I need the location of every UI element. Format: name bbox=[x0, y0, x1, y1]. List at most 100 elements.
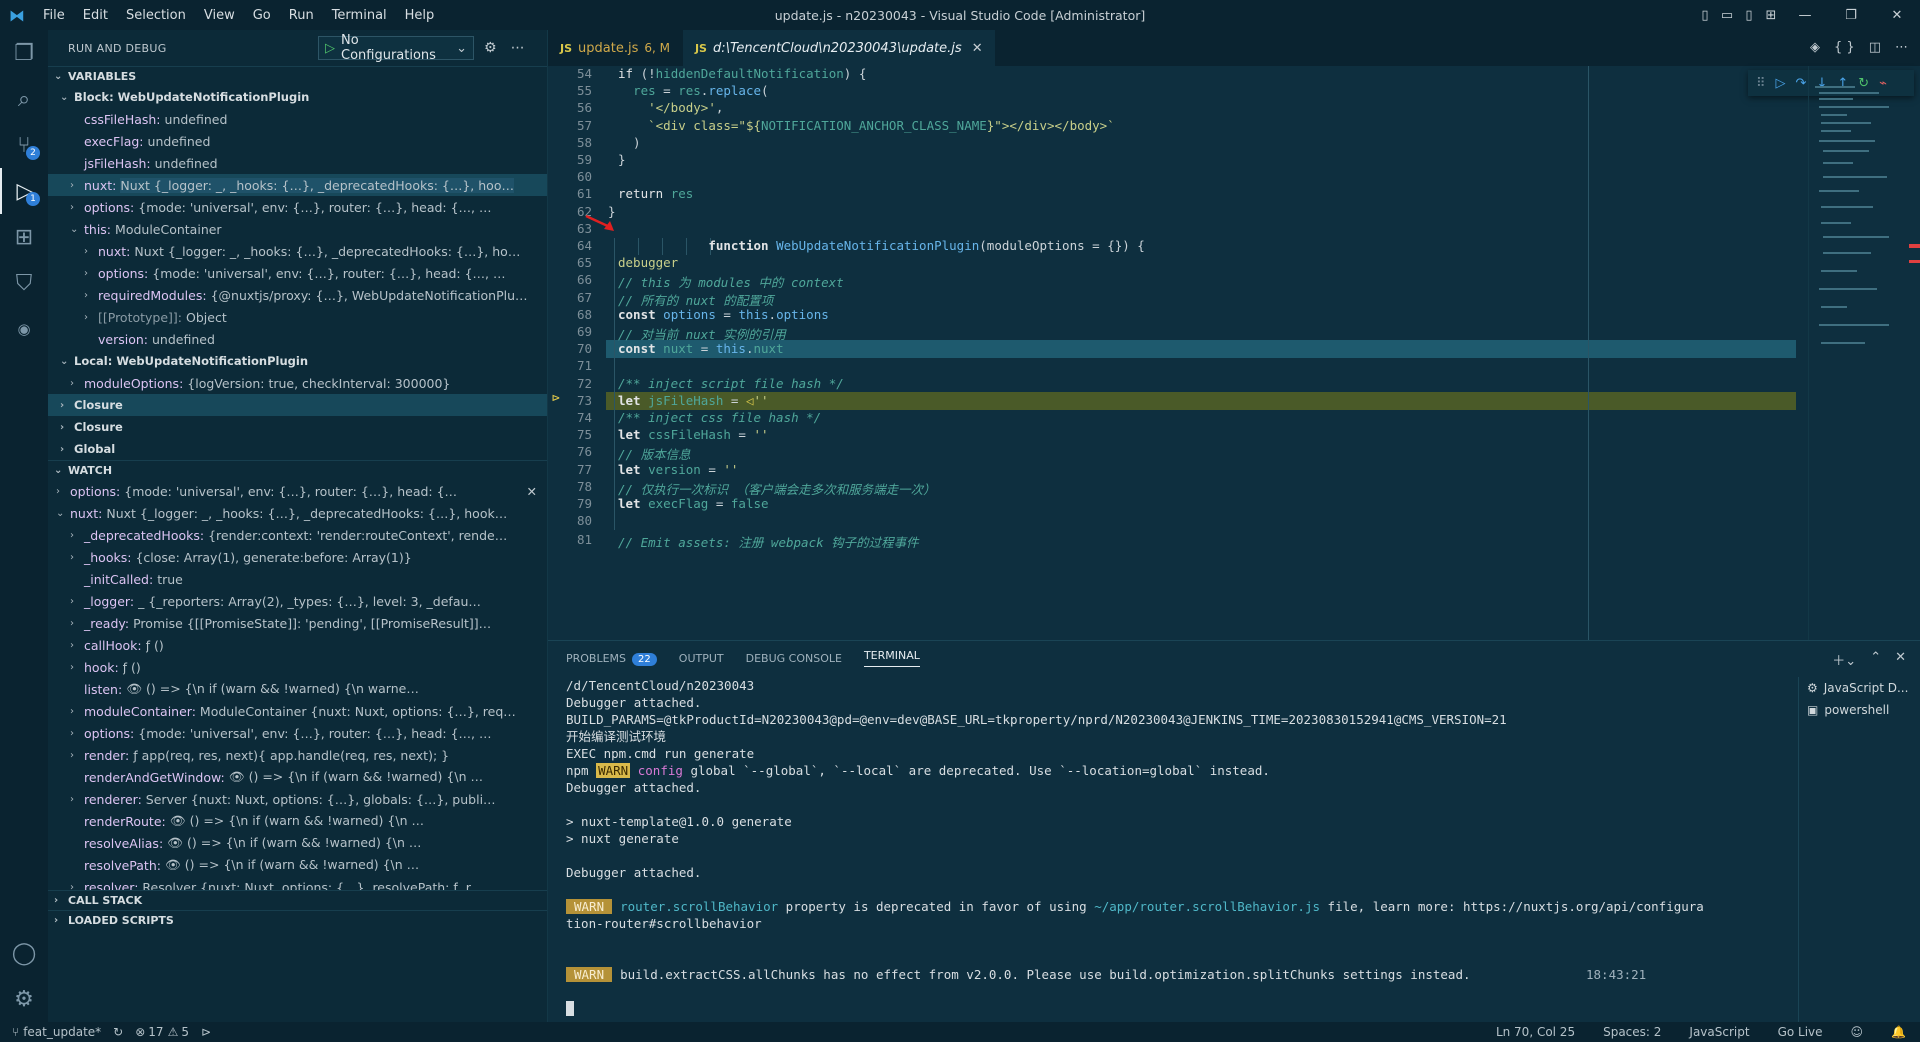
scope-row[interactable]: ⌄ Local: WebUpdateNotificationPlugin bbox=[48, 350, 547, 372]
customize-layout-icon[interactable]: ⊞ bbox=[1760, 8, 1782, 23]
variable-row[interactable]: _initCalled: true bbox=[48, 568, 547, 590]
warnings-count[interactable]: 5 bbox=[181, 1025, 189, 1039]
menu-view[interactable]: View bbox=[195, 8, 244, 23]
panel-tab-terminal[interactable]: TERMINAL bbox=[863, 649, 920, 667]
variable-row[interactable]: › options: {mode: 'universal', env: {…}, r… bbox=[48, 196, 547, 218]
go-live-button[interactable]: Go Live bbox=[1778, 1025, 1823, 1039]
errors-icon[interactable]: ⊗ bbox=[135, 1025, 145, 1039]
variable-row[interactable]: renderRoute: 👁 () => {\n if (warn && !war… bbox=[48, 810, 547, 832]
account-icon[interactable]: ◯ bbox=[0, 930, 48, 976]
continue-icon[interactable]: ▷ bbox=[1776, 76, 1786, 91]
panel-tab-output[interactable]: OUTPUT bbox=[679, 652, 724, 665]
extensions-icon[interactable]: ⊞ bbox=[0, 214, 48, 260]
panel-tab-problems[interactable]: PROBLEMS 22 bbox=[566, 652, 657, 666]
variable-row[interactable]: ⌄ this: ModuleContainer bbox=[48, 218, 547, 240]
variable-row[interactable]: › _hooks: {close: Array(1), generate:befor… bbox=[48, 546, 547, 568]
feedback-icon[interactable]: ☺ bbox=[1851, 1025, 1864, 1039]
toggle-primary-sidebar-icon[interactable]: ▯ bbox=[1694, 8, 1716, 23]
menu-run[interactable]: Run bbox=[280, 8, 323, 23]
variable-row[interactable]: › callHook: ƒ () bbox=[48, 634, 547, 656]
variable-row[interactable]: jsFileHash: undefined bbox=[48, 152, 547, 174]
variable-row[interactable]: › nuxt: Nuxt {_logger: _, _hooks: {…}, _de… bbox=[48, 174, 547, 196]
menu-file[interactable]: File bbox=[34, 8, 74, 23]
close-panel-icon[interactable]: ✕ bbox=[1895, 650, 1906, 669]
restore-button[interactable]: ❐ bbox=[1828, 8, 1874, 23]
language-mode[interactable]: JavaScript bbox=[1689, 1025, 1749, 1039]
new-terminal-icon[interactable]: ＋⌄ bbox=[1832, 650, 1856, 669]
menu-go[interactable]: Go bbox=[244, 8, 280, 23]
scope-row[interactable]: ⌄ Block: WebUpdateNotificationPlugin bbox=[48, 86, 547, 108]
branch-icon[interactable]: ⑂ bbox=[12, 1025, 19, 1039]
braces-icon[interactable]: { } bbox=[1834, 40, 1855, 55]
minimap[interactable] bbox=[1808, 66, 1920, 640]
debug-status-icon[interactable]: ⊳ bbox=[201, 1025, 211, 1039]
cursor-position[interactable]: Ln 70, Col 25 bbox=[1496, 1025, 1575, 1039]
remote-explorer-icon[interactable]: ⛉ bbox=[0, 260, 48, 306]
step-over-icon[interactable]: ↷ bbox=[1796, 76, 1807, 91]
source-control-diff-icon[interactable]: ◈ bbox=[1810, 40, 1820, 55]
settings-gear-icon[interactable]: ⚙ bbox=[0, 976, 48, 1022]
variable-row[interactable]: › [[Prototype]]: Object bbox=[48, 306, 547, 328]
variable-row[interactable]: listen: 👁 () => {\n if (warn && !warned) … bbox=[48, 678, 547, 700]
close-window-button[interactable]: ✕ bbox=[1874, 8, 1920, 23]
debug-config-select[interactable]: ▷ No Configurations ⌄ bbox=[318, 33, 474, 63]
variables-section-header[interactable]: ⌄ VARIABLES bbox=[48, 66, 547, 86]
variable-row[interactable]: version: undefined bbox=[48, 328, 547, 350]
breakpoint-icon[interactable]: ⊳ bbox=[552, 391, 560, 406]
explorer-icon[interactable]: ❐ bbox=[0, 30, 48, 76]
open-launch-json-gear-icon[interactable]: ⚙ bbox=[484, 40, 497, 56]
variable-row[interactable]: › options: {mode: 'universal', env: {…}, r… bbox=[48, 480, 547, 502]
start-debug-icon[interactable]: ▷ bbox=[325, 41, 335, 56]
editor-tab[interactable]: JS update.js 6, M bbox=[548, 30, 683, 66]
call-stack-section-header[interactable]: › CALL STACK bbox=[48, 890, 547, 910]
source-control-icon[interactable]: ⑂ 2 bbox=[0, 122, 48, 168]
variable-row[interactable]: › resolver: Resolver {nuxt: Nuxt, options:… bbox=[48, 876, 547, 891]
remove-watch-icon[interactable]: ✕ bbox=[527, 484, 537, 499]
branch-name[interactable]: feat_update* bbox=[23, 1025, 101, 1039]
scope-row[interactable]: › Closure bbox=[48, 416, 547, 438]
run-debug-icon[interactable]: ▷ 1 bbox=[0, 168, 48, 214]
maximize-panel-icon[interactable]: ⌃ bbox=[1870, 650, 1881, 669]
drag-handle-icon[interactable]: ⠿ bbox=[1756, 76, 1766, 91]
more-actions-icon[interactable]: ⋯ bbox=[1895, 40, 1908, 55]
variable-row[interactable]: › moduleOptions: {logVersion: true, checkI… bbox=[48, 372, 547, 394]
timeline-icon[interactable]: ◉ bbox=[0, 306, 48, 352]
variable-row[interactable]: ⌄ nuxt: Nuxt {_logger: _, _hooks: {…}, _de… bbox=[48, 502, 547, 524]
variable-row[interactable]: › nuxt: Nuxt {_logger: _, _hooks: {…}, _de… bbox=[48, 240, 547, 262]
close-tab-icon[interactable]: ✕ bbox=[972, 41, 983, 56]
toggle-panel-icon[interactable]: ▭ bbox=[1716, 8, 1738, 23]
warnings-icon[interactable]: ⚠ bbox=[168, 1025, 179, 1039]
menu-selection[interactable]: Selection bbox=[117, 8, 195, 23]
errors-count[interactable]: 17 bbox=[148, 1025, 163, 1039]
variable-row[interactable]: cssFileHash: undefined bbox=[48, 108, 547, 130]
variable-row[interactable]: › options: {mode: 'universal', env: {…}, r… bbox=[48, 722, 547, 744]
terminal-output[interactable]: /d/TencentCloud/n20230043 Debugger attach… bbox=[566, 677, 1766, 1017]
editor-tab[interactable]: JS d:\TencentCloud\n20230043\update.js ✕ bbox=[682, 30, 996, 66]
variable-row[interactable]: › moduleContainer: ModuleContainer {nuxt: … bbox=[48, 700, 547, 722]
terminal-list-item[interactable]: ▣ powershell bbox=[1799, 699, 1920, 721]
variable-row[interactable]: resolveAlias: 👁 () => {\n if (warn && !wa… bbox=[48, 832, 547, 854]
variable-row[interactable]: › options: {mode: 'universal', env: {…}, r… bbox=[48, 262, 547, 284]
variable-row[interactable]: execFlag: undefined bbox=[48, 130, 547, 152]
scope-row[interactable]: › Closure bbox=[48, 394, 547, 416]
code-editor[interactable]: 54 if (!hiddenDefaultNotification) {55 re… bbox=[548, 66, 1920, 640]
variable-row[interactable]: › _deprecatedHooks: {render:context: 'rend… bbox=[48, 524, 547, 546]
panel-tab-debug-console[interactable]: DEBUG CONSOLE bbox=[746, 652, 842, 665]
loaded-scripts-section-header[interactable]: › LOADED SCRIPTS bbox=[48, 910, 547, 930]
variable-row[interactable]: resolvePath: 👁 () => {\n if (warn && !war… bbox=[48, 854, 547, 876]
menu-edit[interactable]: Edit bbox=[74, 8, 117, 23]
scope-row[interactable]: › Global bbox=[48, 438, 547, 460]
more-actions-icon[interactable]: ⋯ bbox=[511, 40, 525, 56]
minimize-button[interactable]: — bbox=[1782, 8, 1828, 23]
terminal-list-item[interactable]: ⚙ JavaScript D... bbox=[1799, 677, 1920, 699]
search-icon[interactable]: ⌕ bbox=[0, 76, 48, 122]
variable-row[interactable]: › requiredModules: {@nuxtjs/proxy: {…}, We… bbox=[48, 284, 547, 306]
variable-row[interactable]: renderAndGetWindow: 👁 () => {\n if (warn … bbox=[48, 766, 547, 788]
indentation[interactable]: Spaces: 2 bbox=[1603, 1025, 1661, 1039]
variable-row[interactable]: › render: ƒ app(req, res, next){ app.handl… bbox=[48, 744, 547, 766]
toggle-secondary-sidebar-icon[interactable]: ▯ bbox=[1738, 8, 1760, 23]
sync-icon[interactable]: ↻ bbox=[113, 1025, 123, 1039]
variable-row[interactable]: › _ready: Promise {[[PromiseState]]: 'pend… bbox=[48, 612, 547, 634]
menu-terminal[interactable]: Terminal bbox=[323, 8, 396, 23]
variable-row[interactable]: › renderer: Server {nuxt: Nuxt, options: {… bbox=[48, 788, 547, 810]
